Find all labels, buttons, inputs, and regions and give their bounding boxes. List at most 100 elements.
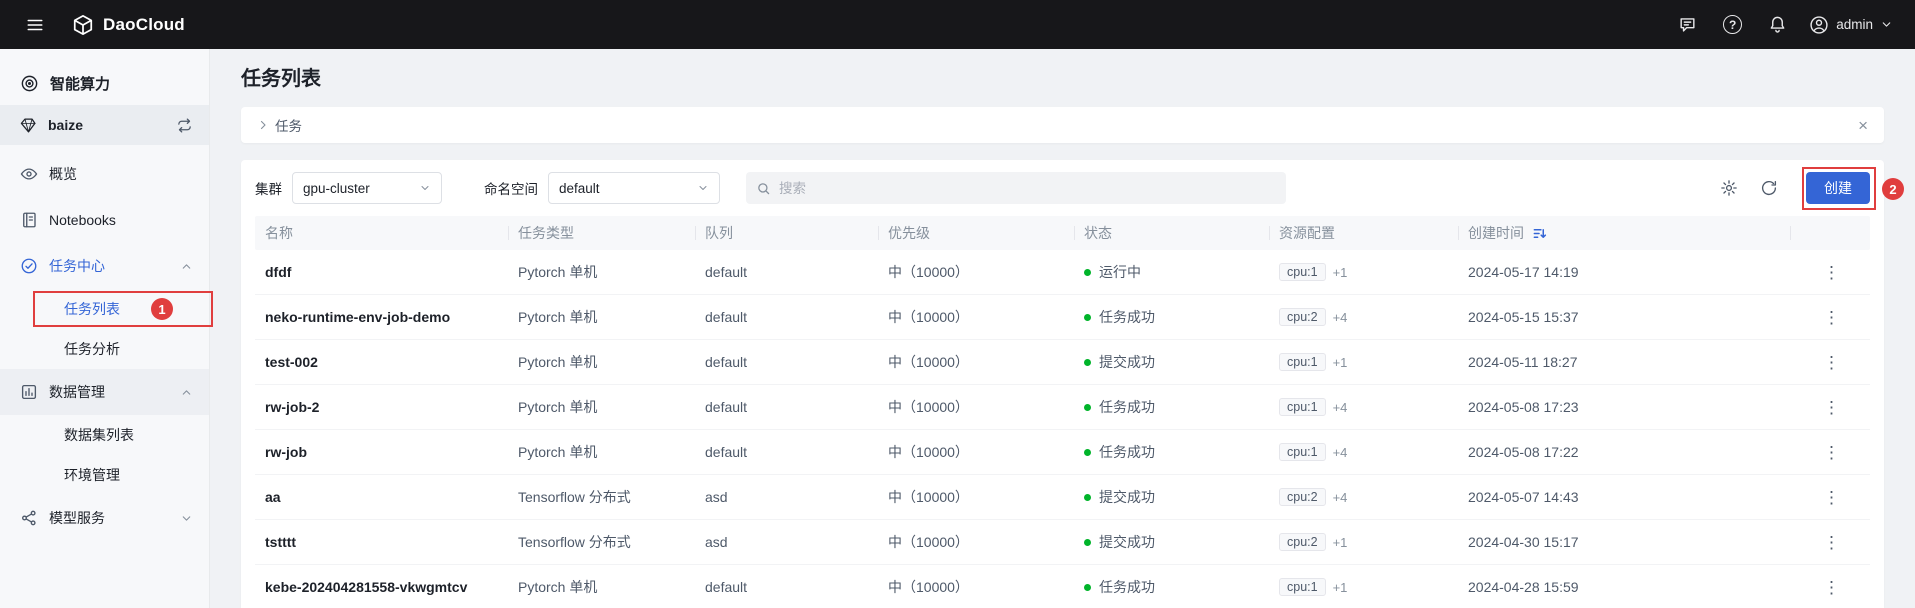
help-icon[interactable]: ? [1717, 9, 1748, 40]
table-tools: 创建 [1714, 172, 1870, 204]
nodes-icon [20, 509, 38, 527]
kebab-menu-icon[interactable]: ⋮ [1817, 307, 1846, 328]
job-resource: cpu:1 +1 [1269, 263, 1458, 281]
sort-descending-icon[interactable] [1532, 226, 1547, 241]
status-dot-icon [1084, 269, 1091, 276]
job-name[interactable]: aa [255, 489, 508, 505]
job-status-text: 任务成功 [1099, 307, 1155, 327]
sidebar-item-task-analysis[interactable]: 任务分析 [0, 329, 209, 369]
resource-extra-count: +1 [1333, 580, 1348, 595]
sidebar-section-title: 智能算力 [0, 61, 209, 105]
job-actions: ⋮ [1790, 532, 1870, 553]
breadcrumb-task-link[interactable]: 任务 [275, 115, 302, 135]
sidebar-item-dataset-list[interactable]: 数据集列表 [0, 415, 209, 455]
resource-tag: cpu:2 [1279, 533, 1326, 551]
messages-icon[interactable] [1672, 9, 1703, 40]
switch-workspace-icon[interactable] [176, 117, 193, 134]
resource-extra-count: +1 [1333, 535, 1348, 550]
close-icon[interactable]: × [1858, 117, 1868, 134]
brand-logo[interactable]: DaoCloud [72, 14, 185, 36]
job-actions: ⋮ [1790, 487, 1870, 508]
hamburger-menu-icon[interactable] [20, 10, 50, 40]
resource-tag: cpu:1 [1279, 353, 1326, 371]
brand-name: DaoCloud [103, 15, 185, 35]
table-row[interactable]: rw-job Pytorch 单机 default 中（10000） 任务成功 … [255, 430, 1870, 475]
job-name[interactable]: rw-job [255, 444, 508, 460]
job-status-text: 任务成功 [1099, 397, 1155, 417]
user-menu[interactable]: admin [1807, 11, 1895, 39]
kebab-menu-icon[interactable]: ⋮ [1817, 577, 1846, 598]
job-priority: 中（10000） [878, 532, 1074, 552]
workspace-name: baize [48, 117, 165, 133]
header-created: 创建时间 [1458, 216, 1790, 250]
kebab-menu-icon[interactable]: ⋮ [1817, 487, 1846, 508]
chevron-down-icon [697, 182, 709, 194]
resource-tag: cpu:1 [1279, 443, 1326, 461]
resource-extra-count: +1 [1333, 265, 1348, 280]
eye-icon [20, 165, 38, 183]
job-name[interactable]: test-002 [255, 354, 508, 370]
resource-extra-count: +4 [1333, 445, 1348, 460]
sidebar-item-overview[interactable]: 概览 [0, 151, 209, 197]
job-actions: ⋮ [1790, 262, 1870, 283]
resource-extra-count: +1 [1333, 355, 1348, 370]
notifications-bell-icon[interactable] [1762, 9, 1793, 40]
kebab-menu-icon[interactable]: ⋮ [1817, 352, 1846, 373]
job-status-text: 提交成功 [1099, 532, 1155, 552]
job-priority: 中（10000） [878, 352, 1074, 372]
create-button[interactable]: 创建 [1806, 172, 1870, 204]
sidebar-item-task-list[interactable]: 任务列表 [0, 289, 209, 329]
resource-tag: cpu:1 [1279, 263, 1326, 281]
job-name[interactable]: neko-runtime-env-job-demo [255, 309, 508, 325]
table-row[interactable]: kebe-202404281558-vkwgmtcv Pytorch 单机 de… [255, 565, 1870, 608]
topbar: DaoCloud ? admin [0, 0, 1915, 49]
sidebar-item-task-center[interactable]: 任务中心 [0, 243, 209, 289]
avatar-icon [1809, 15, 1829, 35]
topbar-actions: ? admin [1672, 9, 1895, 40]
job-status: 提交成功 [1074, 487, 1269, 507]
table-row[interactable]: neko-runtime-env-job-demo Pytorch 单机 def… [255, 295, 1870, 340]
search-input[interactable] [779, 181, 1276, 196]
table-row[interactable]: tstttt Tensorflow 分布式 asd 中（10000） 提交成功 … [255, 520, 1870, 565]
job-status-text: 运行中 [1099, 262, 1141, 282]
resource-tag: cpu:1 [1279, 398, 1326, 416]
job-name[interactable]: kebe-202404281558-vkwgmtcv [255, 579, 508, 595]
job-name[interactable]: dfdf [255, 264, 508, 280]
refresh-icon[interactable] [1754, 173, 1784, 203]
kebab-menu-icon[interactable]: ⋮ [1817, 532, 1846, 553]
namespace-select[interactable]: default [548, 172, 720, 204]
job-type: Pytorch 单机 [508, 352, 695, 372]
sidebar-item-notebooks[interactable]: Notebooks [0, 197, 209, 243]
cluster-select[interactable]: gpu-cluster [292, 172, 442, 204]
annotation-badge-2: 2 [1882, 178, 1904, 200]
sidebar-item-env-management[interactable]: 环境管理 [0, 455, 209, 495]
table-row[interactable]: dfdf Pytorch 单机 default 中（10000） 运行中 cpu… [255, 250, 1870, 295]
jobs-table: 名称 任务类型 队列 优先级 状态 资源配置 创建时间 [255, 216, 1870, 608]
workspace-selector[interactable]: baize [0, 105, 209, 145]
table-row[interactable]: rw-job-2 Pytorch 单机 default 中（10000） 任务成… [255, 385, 1870, 430]
job-name[interactable]: rw-job-2 [255, 399, 508, 415]
chevron-up-icon [180, 260, 193, 273]
table-row[interactable]: aa Tensorflow 分布式 asd 中（10000） 提交成功 cpu:… [255, 475, 1870, 520]
namespace-label: 命名空间 [484, 178, 538, 198]
job-created-time: 2024-04-30 15:17 [1458, 534, 1790, 550]
sidebar-item-model-service[interactable]: 模型服务 [0, 495, 209, 541]
job-status: 提交成功 [1074, 352, 1269, 372]
resource-extra-count: +4 [1333, 400, 1348, 415]
app-window: DaoCloud ? admin [0, 0, 1915, 608]
kebab-menu-icon[interactable]: ⋮ [1817, 442, 1846, 463]
status-dot-icon [1084, 449, 1091, 456]
kebab-menu-icon[interactable]: ⋮ [1817, 397, 1846, 418]
table-row[interactable]: test-002 Pytorch 单机 default 中（10000） 提交成… [255, 340, 1870, 385]
kebab-menu-icon[interactable]: ⋮ [1817, 262, 1846, 283]
job-type: Pytorch 单机 [508, 442, 695, 462]
job-status: 任务成功 [1074, 307, 1269, 327]
header-status: 状态 [1074, 216, 1269, 250]
job-status: 运行中 [1074, 262, 1269, 282]
username: admin [1836, 17, 1873, 32]
sidebar-item-data-management[interactable]: 数据管理 [0, 369, 209, 415]
job-name[interactable]: tstttt [255, 534, 508, 550]
resource-extra-count: +4 [1333, 310, 1348, 325]
column-settings-gear-icon[interactable] [1714, 173, 1744, 203]
job-created-time: 2024-05-15 15:37 [1458, 309, 1790, 325]
